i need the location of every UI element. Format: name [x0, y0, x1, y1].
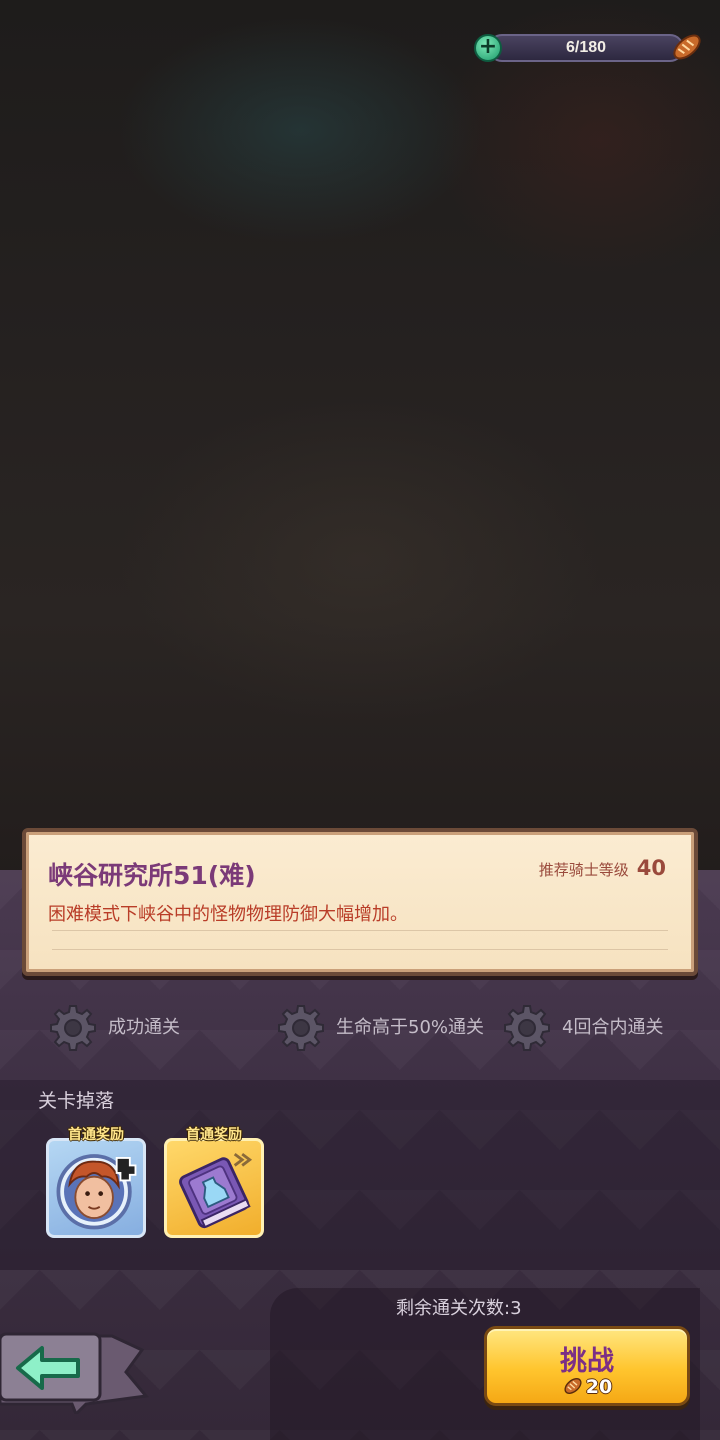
back-button[interactable]: [0, 1330, 150, 1414]
recommended-label: 推荐骑士等级: [538, 861, 629, 879]
add-energy-icon[interactable]: +: [474, 34, 502, 62]
recommended-level-value: 40: [636, 856, 666, 880]
bread-icon: [564, 1378, 582, 1394]
reward-box: [164, 1138, 264, 1238]
gear-icon: [50, 1005, 96, 1051]
reward-box: [46, 1138, 146, 1238]
drops-title: 关卡掉落: [38, 1090, 115, 1112]
reward-spellbook[interactable]: 首通奖励: [164, 1124, 264, 1238]
energy-bar[interactable]: 6/180 +: [474, 30, 704, 66]
first-clear-tag: 首通奖励: [68, 1127, 124, 1143]
objective-label: 成功通关: [108, 1017, 180, 1038]
recommended-level: 推荐骑士等级 40: [539, 856, 666, 880]
gear-icon: [278, 1005, 324, 1051]
hero-portrait-icon: [56, 1154, 137, 1230]
bread-icon: [673, 34, 701, 60]
objective-label: 生命高于50%通关: [336, 1017, 485, 1038]
challenge-cost-value: 20: [585, 1376, 613, 1398]
spellbook-icon: [179, 1153, 253, 1229]
remaining-attempts: 剩余通关次数:3: [396, 1298, 522, 1319]
reward-hero[interactable]: 首通奖励: [46, 1124, 146, 1238]
stage-background: [0, 0, 720, 880]
objective-hp: 生命高于50%通关: [276, 1000, 486, 1056]
challenge-button[interactable]: 挑战 20: [484, 1326, 690, 1406]
stage-info-panel: 峡谷研究所51(难) 推荐骑士等级 40 困难模式下峡谷中的怪物物理防御大幅增加。: [22, 828, 698, 976]
objective-turns: 4回合内通关: [502, 1000, 663, 1056]
objective-clear: 成功通关: [48, 1000, 180, 1056]
energy-value: 6/180: [565, 39, 607, 56]
challenge-label: 挑战: [560, 1346, 614, 1377]
challenge-cost: 20: [487, 1375, 687, 1398]
first-clear-tag: 首通奖励: [186, 1127, 242, 1143]
objective-label: 4回合内通关: [562, 1017, 664, 1038]
stage-title: 峡谷研究所51(难): [48, 861, 256, 890]
gear-icon: [504, 1005, 550, 1051]
stage-description: 困难模式下峡谷中的怪物物理防御大幅增加。: [48, 904, 408, 925]
